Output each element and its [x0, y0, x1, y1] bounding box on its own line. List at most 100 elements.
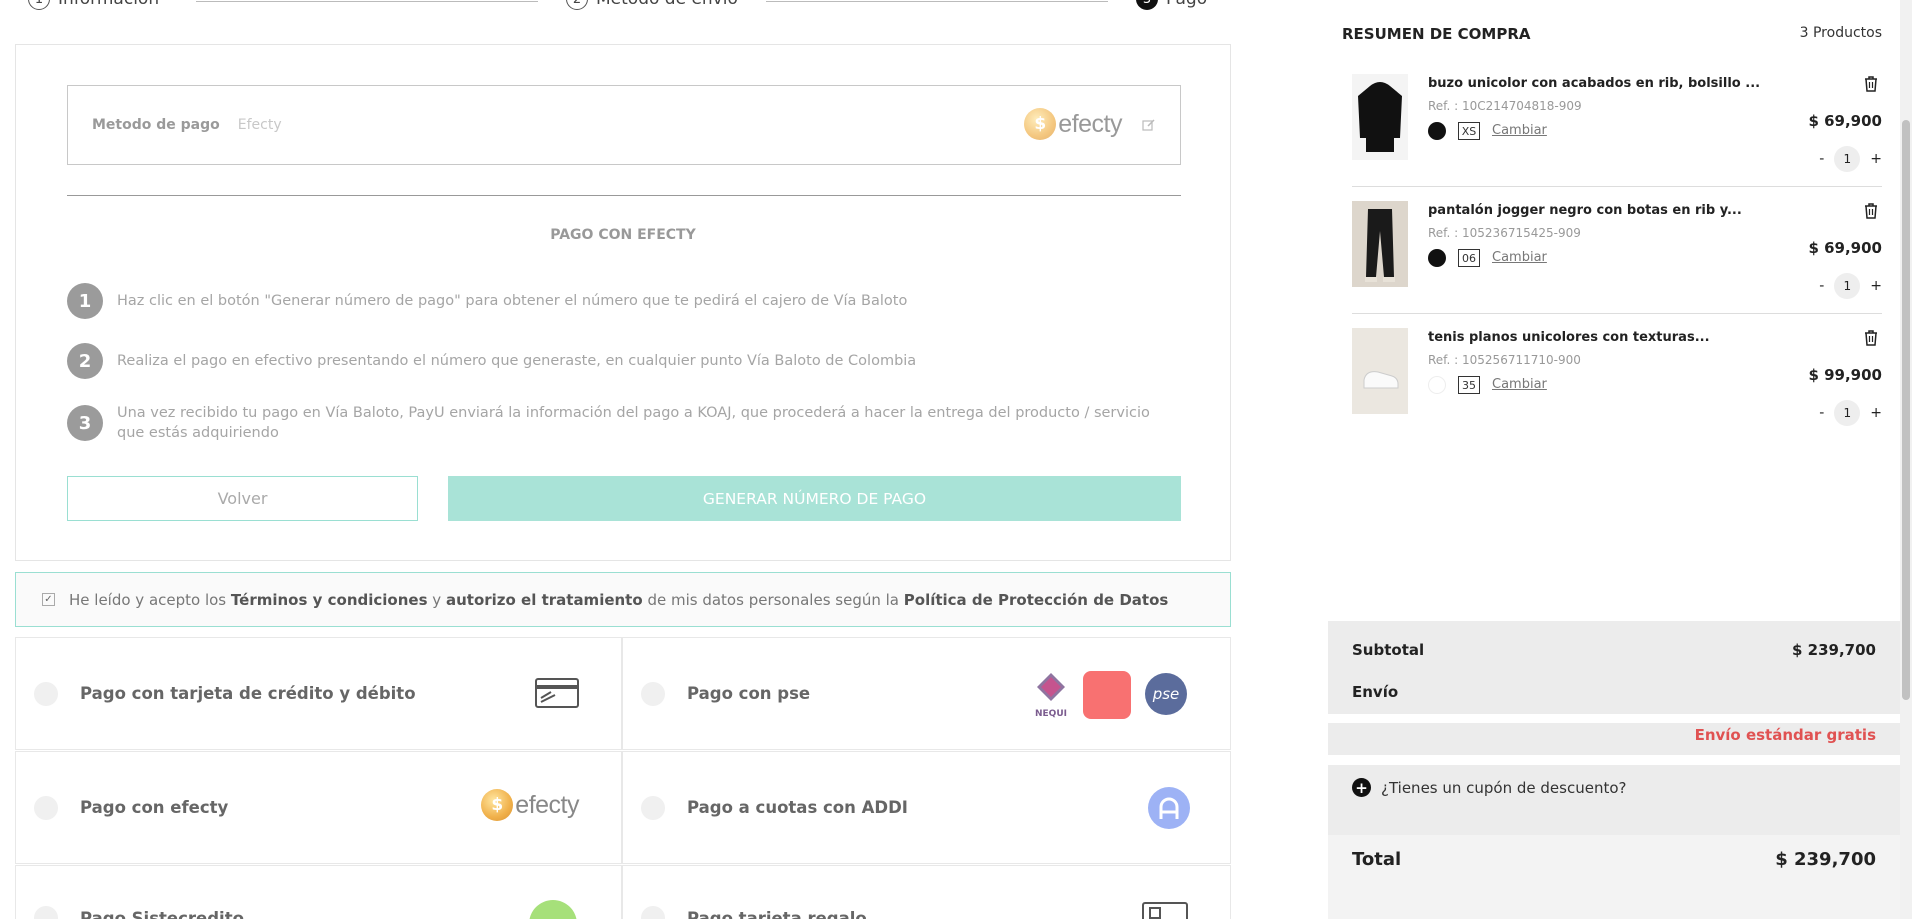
terms-link[interactable]: Términos y condiciones [231, 591, 428, 609]
product-price: $ 69,900 [1808, 239, 1882, 257]
size-badge: XS [1458, 122, 1480, 140]
color-swatch [1428, 122, 1446, 140]
radio-button[interactable] [641, 795, 665, 820]
generate-payment-number-button[interactable]: GENERAR NÚMERO DE PAGO [448, 476, 1181, 521]
payment-option-credit-card[interactable]: Pago con tarjeta de crédito y débito [15, 637, 622, 750]
subtotal-label: Subtotal [1352, 641, 1425, 659]
step-payment[interactable]: 3 Pago [1136, 0, 1207, 10]
payment-brand-icon [1083, 671, 1131, 719]
change-link[interactable]: Cambiar [1492, 377, 1547, 392]
payment-option-label: Pago con tarjeta de crédito y débito [80, 684, 416, 703]
quantity-stepper: - 1 + [1819, 273, 1882, 299]
shipping-label: Envío [1352, 683, 1399, 701]
radio-button[interactable] [34, 795, 58, 820]
plus-circle-icon: + [1352, 778, 1371, 797]
product-name[interactable]: tenis planos unicolores con texturas... [1428, 330, 1710, 345]
step-shipping[interactable]: 2 Método de envío [566, 0, 738, 10]
radio-button[interactable] [34, 906, 58, 919]
checkout-page: 1 Información 2 Método de envío 3 Pago M… [0, 0, 1912, 919]
increase-button[interactable]: + [1870, 151, 1882, 167]
trash-icon[interactable] [1864, 203, 1878, 219]
privacy-policy-link[interactable]: Política de Protección de Datos [904, 591, 1169, 609]
product-image[interactable] [1352, 201, 1408, 287]
instruction-step: 1 Haz clic en el botón "Generar número d… [67, 283, 1181, 319]
payment-method-value: Efecty [237, 117, 282, 133]
radio-button[interactable] [641, 906, 665, 919]
terms-acceptance[interactable]: ✓ He leído y acepto los Términos y condi… [15, 572, 1231, 627]
payment-option-pse[interactable]: Pago con pse NEQUI pse [622, 637, 1231, 750]
step-label: Pago [1166, 0, 1207, 9]
payment-option-sistecredito[interactable]: Pago Sistecredito [15, 865, 622, 919]
payment-method-box: Metodo de pago Efecty $ efecty [67, 85, 1181, 165]
product-image[interactable] [1352, 328, 1408, 414]
payment-section-title: PAGO CON EFECTY [550, 227, 696, 243]
authorize-link[interactable]: autorizo el tratamiento [446, 591, 643, 609]
increase-button[interactable]: + [1870, 405, 1882, 421]
instruction-text: Una vez recibido tu pago en Vía Baloto, … [117, 405, 1150, 441]
product-name[interactable]: pantalón jogger negro con botas en rib y… [1428, 203, 1742, 218]
pse-logo-icon: pse [1145, 673, 1187, 715]
trash-icon[interactable] [1864, 76, 1878, 92]
increase-button[interactable]: + [1870, 278, 1882, 294]
coupon-box: + ¿Tienes un cupón de descuento? [1328, 765, 1900, 835]
color-swatch [1428, 376, 1446, 394]
color-swatch [1428, 249, 1446, 267]
quantity-value: 1 [1834, 146, 1861, 172]
terms-text: He leído y acepto los Términos y condici… [69, 590, 1169, 609]
product-price: $ 99,900 [1808, 366, 1882, 384]
decrease-button[interactable]: - [1819, 151, 1824, 167]
efecty-logo-icon: $ efecty [481, 789, 579, 821]
change-link[interactable]: Cambiar [1492, 123, 1547, 138]
product-name[interactable]: buzo unicolor con acabados en rib, bolsi… [1428, 76, 1760, 91]
product-ref: Ref. : 10C214704818-909 [1428, 99, 1582, 113]
quantity-stepper: - 1 + [1819, 146, 1882, 172]
payment-option-addi[interactable]: Pago a cuotas con ADDI [622, 751, 1231, 864]
step-information[interactable]: 1 Información [28, 0, 159, 10]
scrollbar-thumb[interactable] [1902, 120, 1910, 700]
edit-icon[interactable] [1142, 118, 1156, 132]
step-number: 1 [28, 0, 50, 10]
size-badge: 06 [1458, 249, 1480, 267]
summary-title: RESUMEN DE COMPRA [1342, 25, 1531, 43]
trash-icon[interactable] [1864, 330, 1878, 346]
cart-item: buzo unicolor con acabados en rib, bolsi… [1352, 64, 1882, 190]
section-divider [67, 195, 1181, 196]
payment-option-label: Pago a cuotas con ADDI [687, 798, 908, 817]
order-summary-panel: RESUMEN DE COMPRA 3 Productos buzo unico… [1328, 0, 1912, 919]
efecty-coin-icon: $ [1024, 108, 1057, 140]
step-label: Información [58, 0, 159, 9]
payment-method-label: Metodo de pago [92, 117, 220, 133]
product-ref: Ref. : 105236715425-909 [1428, 226, 1581, 240]
decrease-button[interactable]: - [1819, 278, 1824, 294]
decrease-button[interactable]: - [1819, 405, 1824, 421]
instruction-text: Realiza el pago en efectivo presentando … [117, 353, 917, 369]
shipping-box: Envío estándar gratis [1328, 723, 1900, 755]
product-price: $ 69,900 [1808, 112, 1882, 130]
subtotal-box: Subtotal $ 239,700 Envío [1328, 621, 1900, 714]
instruction-step: 3 Una vez recibido tu pago en Vía Baloto… [67, 403, 1181, 443]
quantity-stepper: - 1 + [1819, 400, 1882, 426]
step-connector [766, 1, 1108, 2]
coupon-toggle[interactable]: + ¿Tienes un cupón de descuento? [1352, 778, 1626, 797]
product-image[interactable] [1352, 74, 1408, 160]
total-label: Total [1352, 849, 1402, 870]
item-divider [1352, 313, 1882, 314]
nequi-logo-icon: NEQUI [1033, 671, 1069, 719]
cart-item: tenis planos unicolores con texturas... … [1352, 318, 1882, 444]
payment-option-efecty[interactable]: Pago con efecty $ efecty [15, 751, 622, 864]
radio-button[interactable] [34, 681, 58, 706]
credit-card-icon [535, 678, 579, 712]
scrollbar[interactable] [1900, 0, 1912, 919]
payment-option-gift-card[interactable]: Pago tarjeta regalo [622, 865, 1231, 919]
step-label: Método de envío [596, 0, 738, 9]
efecty-logo: $ efecty [1024, 108, 1122, 140]
instruction-number: 3 [67, 405, 103, 441]
change-link[interactable]: Cambiar [1492, 250, 1547, 265]
back-button[interactable]: Volver [67, 476, 418, 521]
coupon-text: ¿Tienes un cupón de descuento? [1381, 778, 1627, 797]
addi-logo-icon [1148, 787, 1190, 829]
radio-button[interactable] [641, 681, 665, 706]
subtotal-value: $ 239,700 [1792, 641, 1876, 659]
quantity-value: 1 [1834, 400, 1861, 426]
terms-checkbox[interactable]: ✓ [42, 593, 55, 606]
